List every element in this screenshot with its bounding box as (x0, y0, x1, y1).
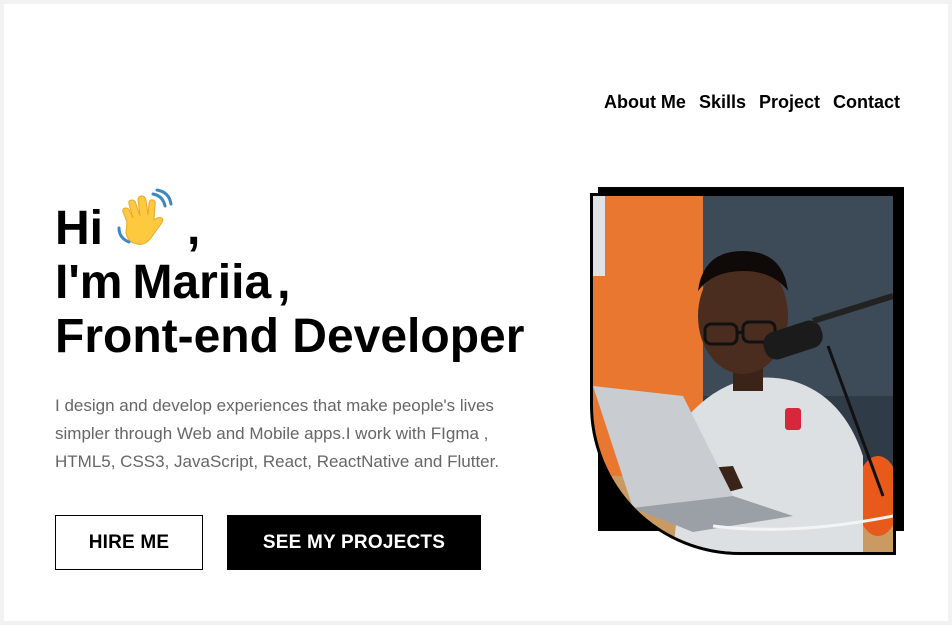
nav-project[interactable]: Project (759, 92, 820, 113)
nav-contact[interactable]: Contact (833, 92, 900, 113)
see-my-projects-button[interactable]: SEE MY PROJECTS (227, 515, 481, 570)
nav-about-me[interactable]: About Me (604, 92, 686, 113)
hero-section: Hi , I'm Mariia , Front-end Developer I … (55, 188, 575, 476)
intro-line: I'm Mariia , (55, 256, 575, 310)
name-text: Mariia (132, 256, 272, 309)
top-nav: About Me Skills Project Contact (604, 92, 900, 113)
role-text: Front-end Developer (55, 310, 525, 363)
portrait (590, 187, 904, 555)
role-title: Front-end Developer (55, 310, 575, 364)
page: About Me Skills Project Contact Hi , I'm… (4, 4, 948, 621)
name-comma: , (277, 256, 291, 309)
waving-hand-icon (113, 188, 175, 250)
cta-buttons: HIRE ME SEE MY PROJECTS (55, 515, 481, 570)
greeting-text: Hi (55, 202, 103, 255)
nav-skills[interactable]: Skills (699, 92, 746, 113)
portrait-photo (590, 193, 896, 555)
hero-description: I design and develop experiences that ma… (55, 396, 500, 471)
greeting-comma: , (187, 202, 201, 255)
greeting-line: Hi , (55, 188, 575, 256)
intro-text: I'm (55, 256, 123, 309)
hire-me-button[interactable]: HIRE ME (55, 515, 203, 570)
